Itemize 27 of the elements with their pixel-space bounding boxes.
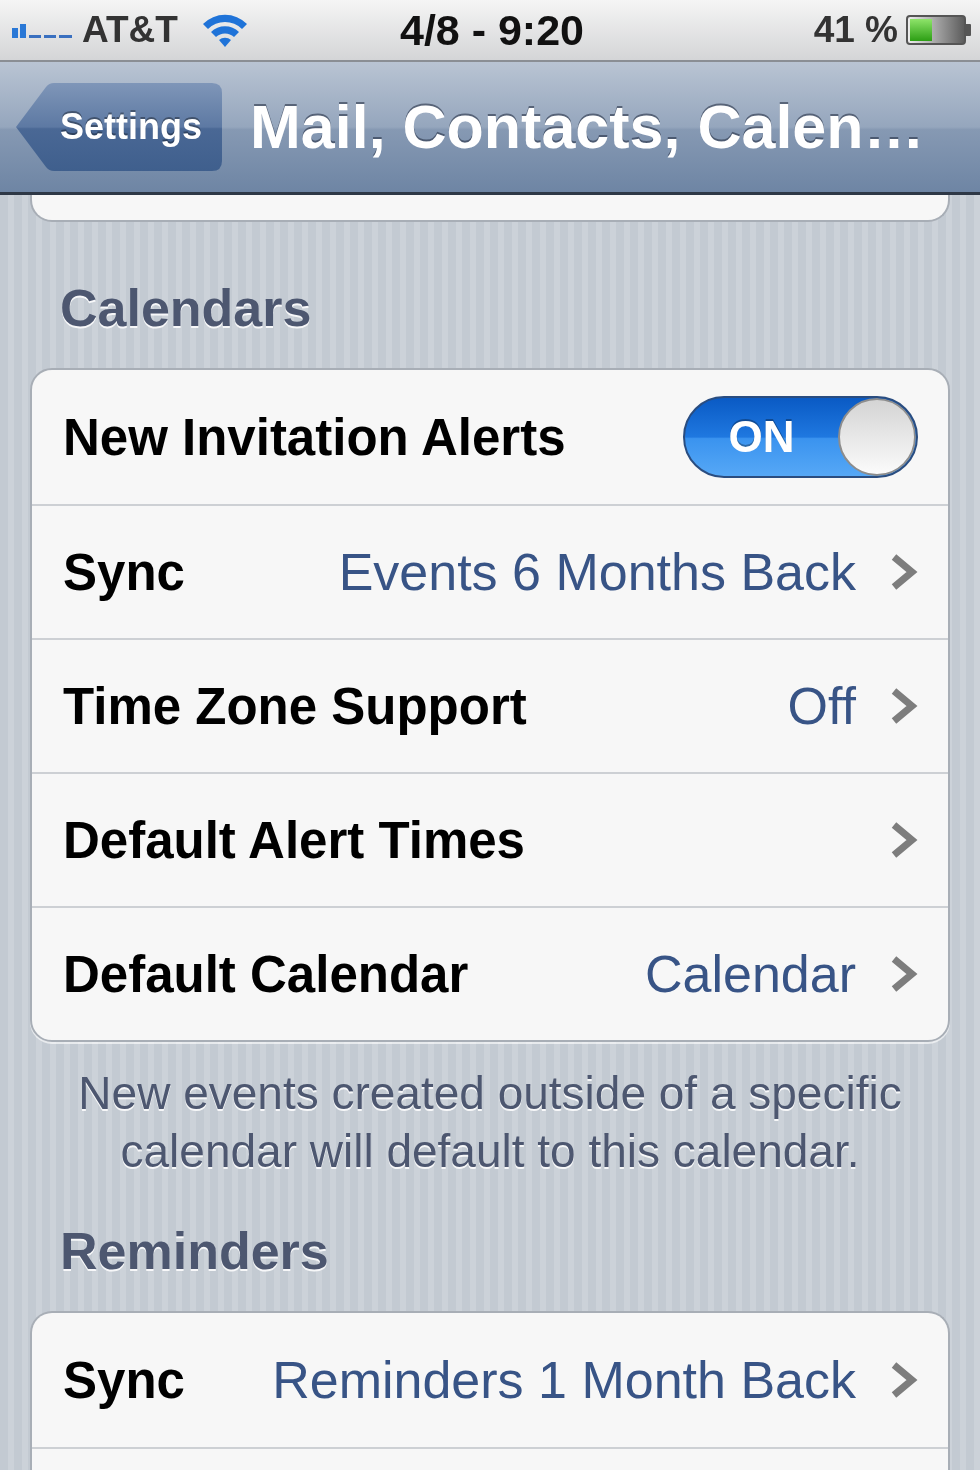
row-label: Time Zone Support <box>63 676 527 736</box>
row-value: Events 6 Months Back <box>338 542 856 602</box>
battery-percent: 41 % <box>813 8 898 52</box>
battery-icon <box>906 15 972 45</box>
chevron-icon[interactable] <box>890 955 918 993</box>
row-value: Reminders 1 Month Back <box>272 1350 856 1410</box>
chevron-icon[interactable] <box>890 687 918 725</box>
section-header: Reminders <box>60 1223 329 1279</box>
section-header: Calendars <box>60 280 312 336</box>
signal-bars-icon <box>12 22 72 38</box>
wifi-icon <box>201 13 248 47</box>
row-label: Default Alert Times <box>63 810 525 870</box>
row-value: Off <box>787 676 856 736</box>
chevron-icon[interactable] <box>890 1361 918 1399</box>
row-label: Default Calendar <box>63 944 469 1004</box>
chevron-icon[interactable] <box>890 821 918 859</box>
row-label: Sync <box>63 1350 185 1410</box>
row-label: New Invitation Alerts <box>63 407 566 467</box>
nav-title: Mail, Contacts, Calen… <box>250 92 925 162</box>
row-value: Calendar <box>644 944 856 1004</box>
carrier-name: AT&T <box>82 8 178 52</box>
chevron-icon[interactable] <box>890 553 918 591</box>
row-label: Sync <box>63 542 185 602</box>
back-button[interactable]: Settings <box>16 83 222 171</box>
section-footer: New events created outside of a specific calendar will default to this calendar. <box>50 1064 930 1180</box>
status-time: 4/8 - 9:20 <box>399 6 585 54</box>
toggle-switch[interactable]: ON <box>683 396 918 478</box>
